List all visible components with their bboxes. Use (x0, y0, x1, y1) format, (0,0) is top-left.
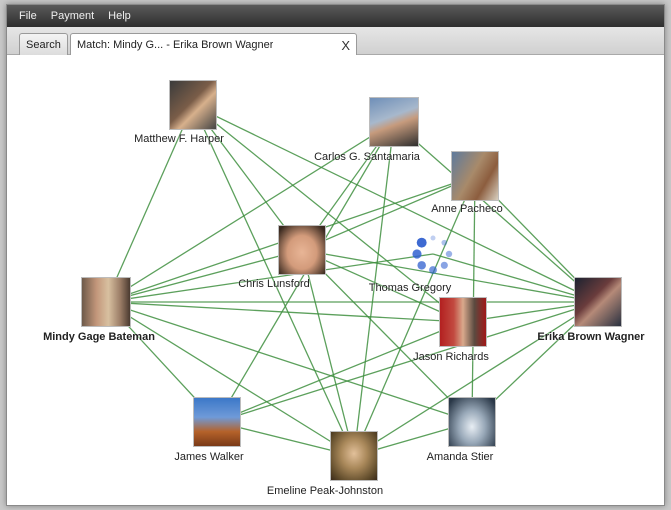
node-label-thomas: Thomas Gregory (368, 282, 452, 294)
avatar-emeline (330, 431, 378, 481)
avatar-james (193, 397, 241, 447)
spinner-dot (417, 261, 426, 270)
loading-spinner-icon (412, 235, 453, 274)
node-label-mindy: Mindy Gage Bateman (43, 331, 155, 343)
menu-bar: File Payment Help (7, 5, 664, 27)
node-label-james: James Walker (174, 451, 244, 463)
avatar-erika (574, 277, 622, 327)
edge-erika-james (216, 301, 599, 423)
node-label-matthew: Matthew F. Harper (134, 133, 224, 145)
avatar-amanda (448, 397, 496, 447)
avatar-chris (278, 225, 326, 275)
node-label-erika: Erika Brown Wagner (537, 331, 645, 343)
node-label-carlos: Carlos G. Santamaria (314, 151, 420, 163)
close-icon[interactable]: X (337, 38, 350, 53)
spinner-dot (429, 266, 437, 274)
menu-payment[interactable]: Payment (51, 10, 94, 22)
spinner-dot (441, 239, 448, 246)
tab-search[interactable]: Search (19, 33, 68, 55)
node-label-emeline: Emeline Peak-Johnston (266, 485, 384, 497)
avatar-jason (439, 297, 487, 347)
edge-carlos-mindy (105, 121, 395, 303)
avatar-anne (451, 151, 499, 201)
spinner-dot (440, 261, 448, 269)
avatar-matthew (169, 80, 217, 130)
tab-strip: Search Match: Mindy G... - Erika Brown W… (7, 27, 664, 56)
avatar-carlos (369, 97, 419, 147)
tab-match[interactable]: Match: Mindy G... - Erika Brown Wagner X (70, 33, 357, 56)
menu-file[interactable]: File (19, 10, 37, 22)
menu-help[interactable]: Help (108, 10, 131, 22)
edge-chris-mindy (105, 249, 303, 303)
node-label-jason: Jason Richards (413, 351, 489, 363)
avatar-mindy (81, 277, 131, 327)
spinner-dot (412, 249, 422, 259)
spinner-dot (445, 250, 453, 258)
node-label-anne: Anne Pacheco (431, 203, 503, 215)
network-graph: Matthew F. Harper Carlos G. Santamaria A… (7, 55, 664, 505)
tab-match-label: Match: Mindy G... - Erika Brown Wagner (77, 39, 274, 51)
node-label-amanda: Amanda Stier (426, 451, 494, 463)
app-window: File Payment Help Search Match: Mindy G.… (6, 4, 665, 506)
node-label-chris: Chris Lunsford (238, 278, 310, 290)
tab-search-label: Search (26, 38, 61, 51)
spinner-dot (416, 237, 427, 248)
spinner-dot (430, 235, 436, 241)
